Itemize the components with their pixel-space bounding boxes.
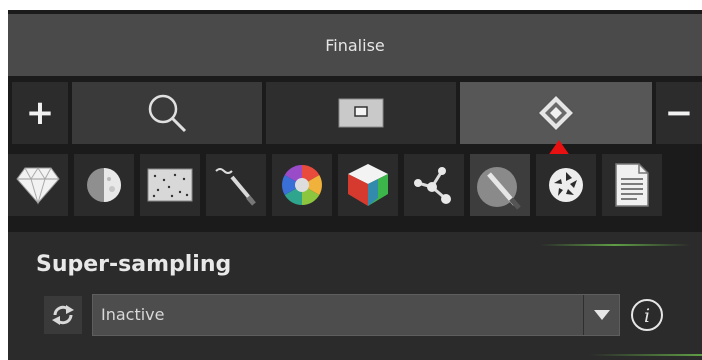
info-button[interactable]: i: [626, 294, 668, 336]
tool-diamond[interactable]: [8, 154, 68, 216]
color-cube-icon: [348, 164, 388, 206]
tab-search[interactable]: [72, 82, 262, 144]
tool-color-wheel[interactable]: [272, 154, 332, 216]
dropdown-arrow-button[interactable]: [584, 295, 619, 335]
mode-toggle-button[interactable]: [44, 296, 82, 334]
tab-finalise[interactable]: [460, 82, 652, 144]
tool-brush[interactable]: [206, 154, 266, 216]
dropdown-value: Inactive: [101, 305, 165, 324]
svg-text:i: i: [644, 305, 650, 327]
aperture-icon: [549, 168, 583, 202]
tab-image[interactable]: [266, 82, 456, 144]
cycle-icon: [52, 305, 74, 325]
accent-divider: [540, 244, 690, 246]
tool-noise[interactable]: [140, 154, 200, 216]
pipette-icon: [477, 167, 521, 210]
section-title: Super-sampling: [36, 252, 232, 277]
remove-tab-button[interactable]: −: [656, 82, 702, 144]
tool-pipette[interactable]: [470, 154, 530, 216]
tool-moon-phase[interactable]: [74, 154, 134, 216]
moon-phase-icon: [87, 168, 121, 202]
search-icon: [148, 94, 187, 133]
title-bar: Finalise: [8, 14, 702, 76]
molecule-icon: [414, 167, 451, 204]
finalise-diamond-icon: [536, 93, 576, 133]
tool-aperture[interactable]: [536, 154, 596, 216]
document-icon: [615, 163, 649, 207]
diamond-icon: [16, 167, 60, 205]
noise-icon: [147, 168, 193, 202]
super-sampling-dropdown[interactable]: Inactive: [92, 294, 620, 336]
info-icon: i: [631, 299, 663, 331]
image-frame-icon: [338, 98, 384, 128]
tool-molecule[interactable]: [404, 154, 464, 216]
color-wheel-icon: [282, 165, 322, 205]
tool-document[interactable]: [602, 154, 662, 216]
plus-icon: +: [25, 93, 55, 133]
add-tab-button[interactable]: +: [12, 82, 68, 144]
tab-row: + −: [8, 82, 702, 144]
chevron-down-icon: [593, 310, 610, 320]
tool-icons-row: [8, 140, 702, 220]
minus-icon: −: [664, 93, 694, 133]
tool-color-cube[interactable]: [338, 154, 398, 216]
bottom-accent-line: [590, 354, 702, 356]
brush-icon: [215, 168, 256, 206]
window-title: Finalise: [325, 35, 385, 55]
